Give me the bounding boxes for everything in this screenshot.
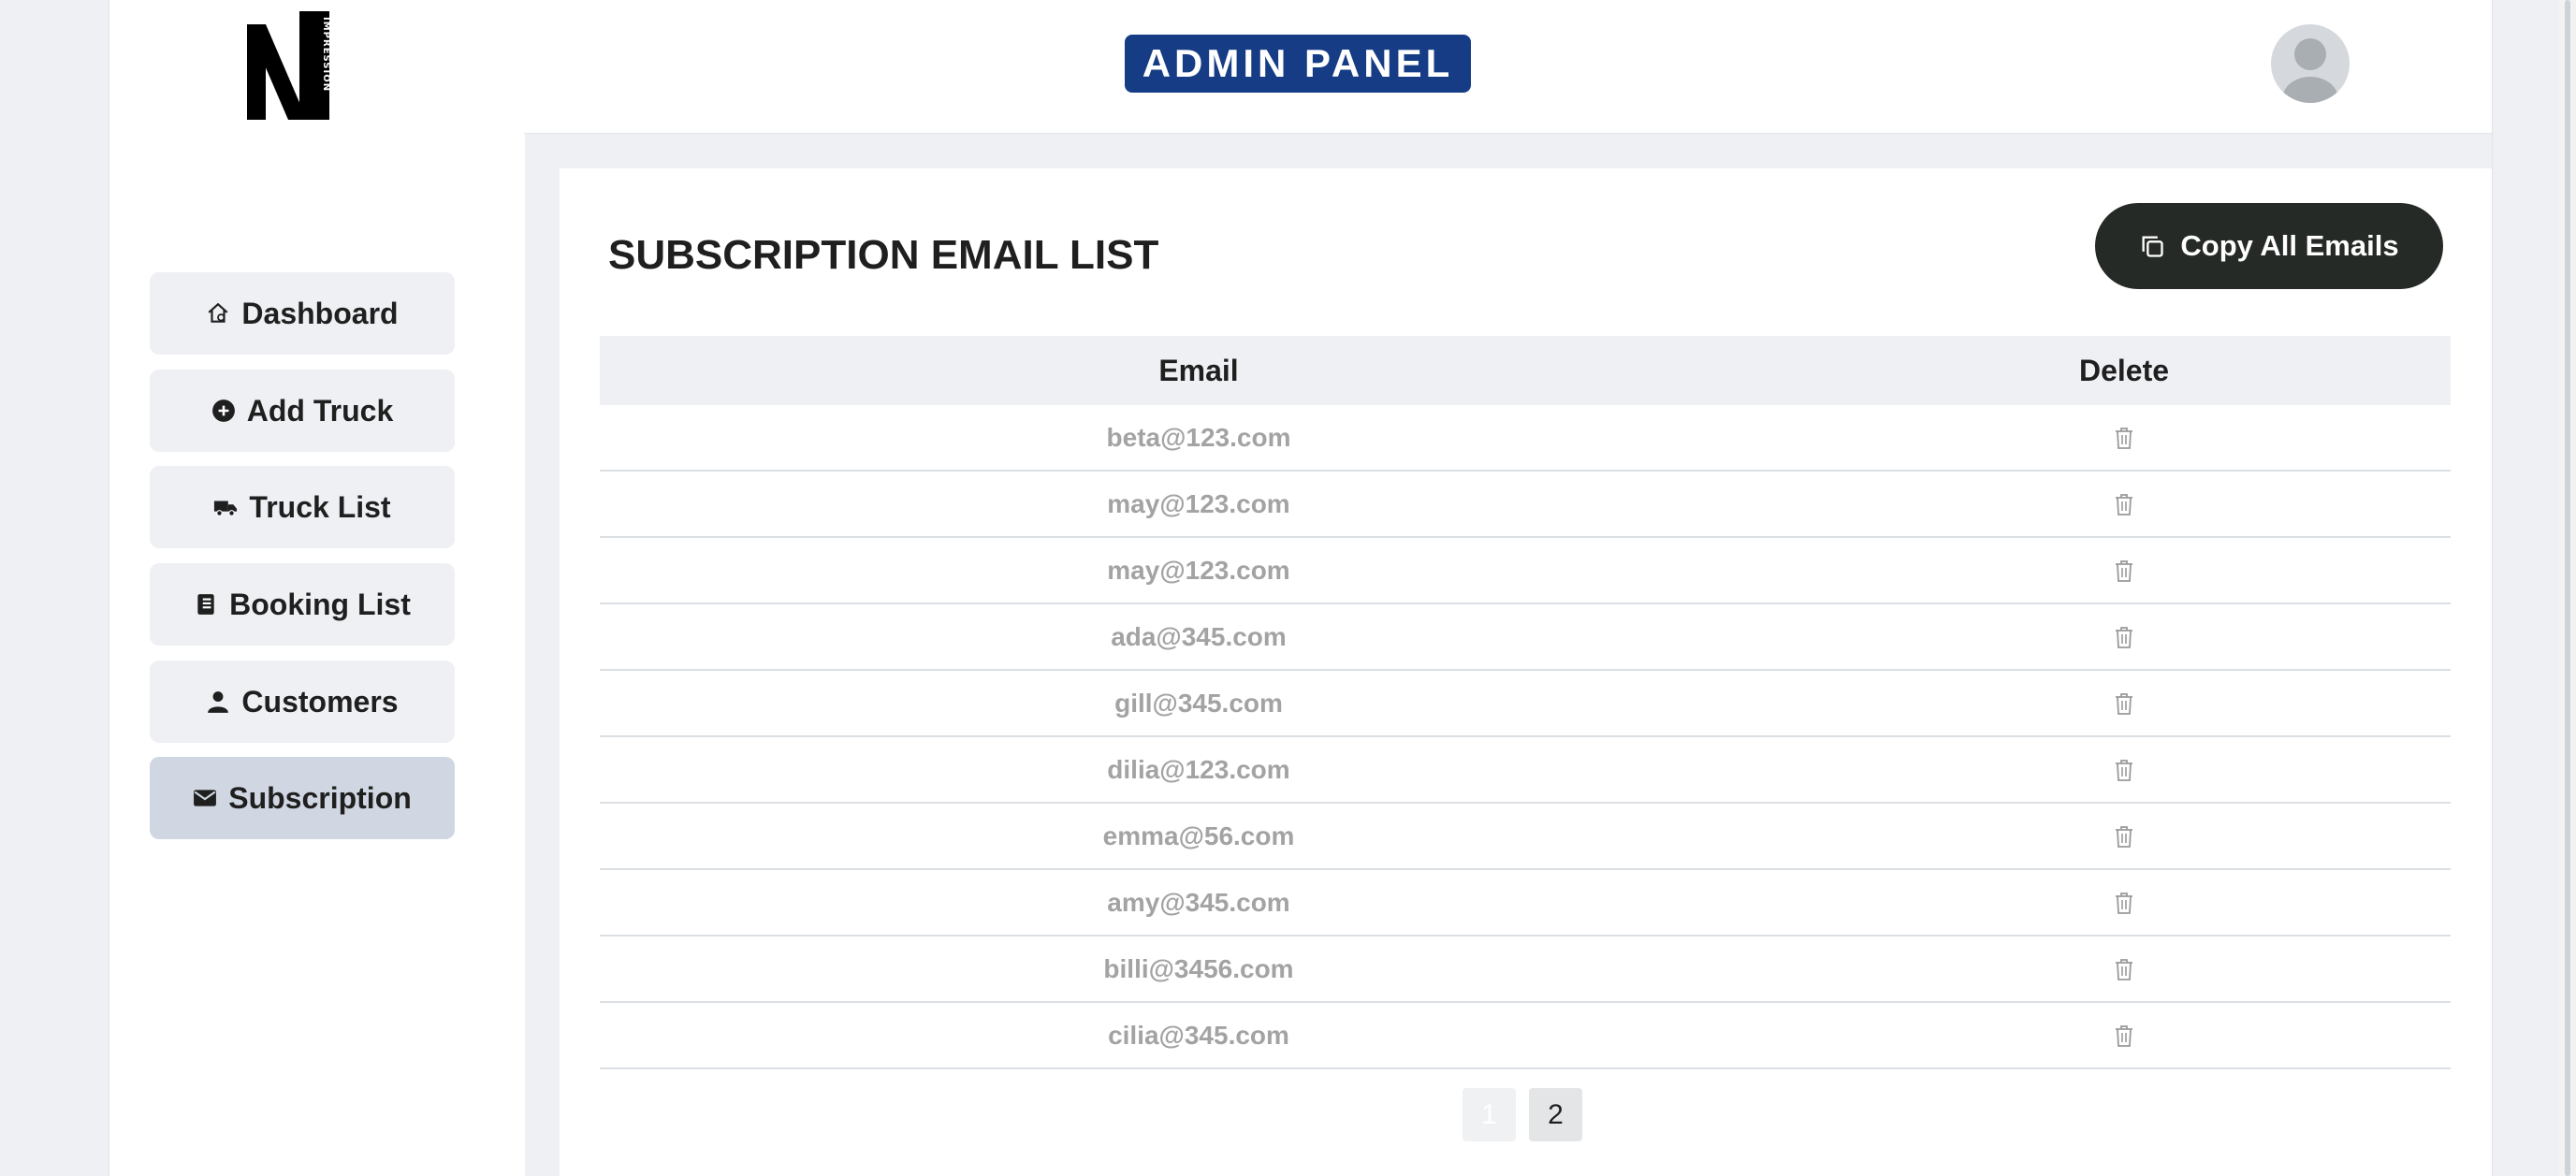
table-header: Email Delete (600, 336, 2451, 405)
trash-icon[interactable] (2113, 492, 2135, 516)
email-cell: beta@123.com (1106, 422, 1291, 452)
table-row: emma@56.com (600, 804, 2451, 870)
page-button-2[interactable]: 2 (1529, 1088, 1582, 1141)
column-header-delete: Delete (2078, 353, 2170, 387)
trash-icon[interactable] (2113, 1024, 2135, 1048)
sidebar-item-add-truck[interactable]: Add Truck (150, 370, 455, 452)
page-scrollbar[interactable] (2559, 0, 2576, 1176)
delete-button[interactable] (2113, 824, 2135, 849)
email-cell: may@123.com (1107, 488, 1290, 518)
trash-icon[interactable] (2113, 625, 2135, 649)
delete-cell (1797, 426, 2451, 450)
logo: IMPRESSION (245, 9, 331, 122)
table-row: gill@345.com (600, 671, 2451, 737)
admin-panel-badge: ADMIN PANEL (1125, 35, 1471, 93)
sidebar-item-label: Booking List (229, 587, 411, 621)
page-button-1[interactable]: 1 (1463, 1088, 1516, 1141)
add-circle-icon (211, 399, 235, 422)
sidebar-item-label: Customers (241, 684, 399, 719)
sidebar-item-truck-list[interactable]: Truck List (150, 466, 455, 548)
trash-icon[interactable] (2113, 824, 2135, 849)
table-row: cilia@345.com (600, 1003, 2451, 1069)
page-title: SUBSCRIPTION EMAIL LIST (608, 232, 1159, 278)
sidebar-item-label: Subscription (228, 780, 412, 815)
sidebar-item-booking-list[interactable]: Booking List (150, 563, 455, 646)
table-row: dilia@123.com (600, 737, 2451, 804)
table-row: amy@345.com (600, 870, 2451, 936)
sidebar-item-label: Add Truck (246, 393, 394, 428)
scrollbar-thumb[interactable] (2565, 0, 2570, 1176)
home-icon (208, 302, 228, 323)
delete-button[interactable] (2113, 559, 2135, 583)
delete-cell (1797, 1024, 2451, 1048)
trash-icon[interactable] (2113, 559, 2135, 583)
delete-cell (1797, 691, 2451, 716)
delete-cell (1797, 824, 2451, 849)
delete-cell (1797, 758, 2451, 782)
table-row: beta@123.com (600, 405, 2451, 472)
table-row: ada@345.com (600, 604, 2451, 671)
copy-icon (2142, 236, 2164, 257)
trash-icon[interactable] (2113, 758, 2135, 782)
trash-icon[interactable] (2113, 426, 2135, 450)
delete-button[interactable] (2113, 691, 2135, 716)
delete-cell (1797, 957, 2451, 981)
table-row: may@123.com (600, 472, 2451, 538)
delete-cell (1797, 891, 2451, 915)
truck-icon (214, 501, 238, 516)
copy-all-emails-button[interactable]: Copy All Emails (2095, 203, 2443, 289)
delete-button[interactable] (2113, 625, 2135, 649)
mail-icon (194, 790, 217, 806)
delete-button[interactable] (2113, 1024, 2135, 1048)
sidebar-item-dashboard[interactable]: Dashboard (150, 272, 455, 355)
book-icon (197, 594, 214, 615)
email-cell: dilia@123.com (1107, 754, 1290, 784)
sidebar-item-label: Dashboard (241, 296, 399, 330)
email-cell: amy@345.com (1107, 887, 1290, 917)
top-header (524, 0, 2492, 134)
delete-cell (1797, 559, 2451, 583)
column-header-email: Email (1158, 353, 1239, 387)
delete-cell (1797, 492, 2451, 516)
delete-button[interactable] (2113, 492, 2135, 516)
email-cell: may@123.com (1107, 555, 1290, 585)
sidebar-item-label: Truck List (249, 489, 391, 524)
table-row: billi@3456.com (600, 936, 2451, 1003)
user-avatar-icon (2282, 38, 2338, 103)
email-cell: cilia@345.com (1108, 1020, 1289, 1050)
email-cell: ada@345.com (1111, 621, 1287, 651)
delete-button[interactable] (2113, 957, 2135, 981)
table-body: beta@123.com may@123.com may@123.com ada@34… (600, 405, 2451, 1069)
email-cell: gill@345.com (1114, 688, 1283, 718)
table-row: may@123.com (600, 538, 2451, 604)
trash-icon[interactable] (2113, 957, 2135, 981)
avatar[interactable] (2271, 24, 2350, 103)
trash-icon[interactable] (2113, 691, 2135, 716)
delete-button[interactable] (2113, 891, 2135, 915)
delete-cell (1797, 625, 2451, 649)
copy-button-label: Copy All Emails (2180, 229, 2399, 262)
trash-icon[interactable] (2113, 891, 2135, 915)
sidebar-item-customers[interactable]: Customers (150, 661, 455, 743)
pagination: 1 2 (1463, 1088, 1582, 1141)
sidebar-item-subscription[interactable]: Subscription (150, 757, 455, 839)
email-cell: billi@3456.com (1103, 953, 1294, 983)
email-cell: emma@56.com (1102, 820, 1295, 850)
delete-button[interactable] (2113, 426, 2135, 450)
svg-text:IMPRESSION: IMPRESSION (321, 17, 329, 92)
delete-button[interactable] (2113, 758, 2135, 782)
person-icon (208, 691, 229, 713)
email-table: Email Delete beta@123.com may@123.com may@… (600, 336, 2451, 1069)
